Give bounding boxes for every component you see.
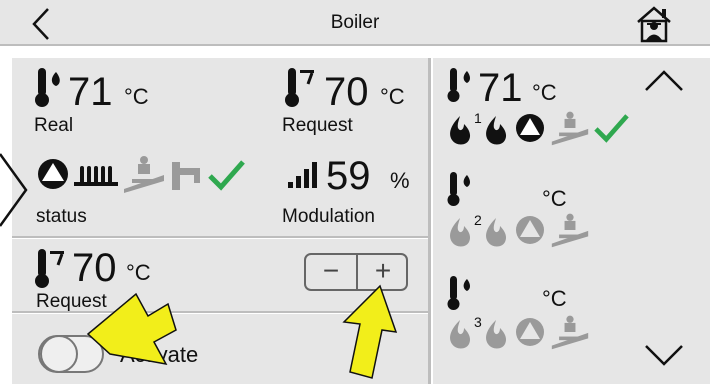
request-temp-unit: °C xyxy=(380,84,405,109)
setpoint-temp-unit: °C xyxy=(126,260,151,285)
flame-icon xyxy=(486,218,507,247)
thermometer-flame-icon xyxy=(447,276,470,310)
modulation-value: 59 xyxy=(326,154,371,198)
real-temp-unit: °C xyxy=(124,84,149,109)
header-bar: Boiler xyxy=(0,0,710,46)
pump-icon xyxy=(516,114,544,142)
flame-icon xyxy=(450,218,471,247)
boiler-list-item[interactable]: 71 °C 1 xyxy=(442,66,638,150)
chevron-up-icon[interactable] xyxy=(642,66,686,94)
arrow-annotation xyxy=(86,292,177,366)
flame-icon xyxy=(486,320,507,349)
real-label: Real xyxy=(34,115,74,136)
request-label: Request xyxy=(282,115,353,136)
chimney-sweep-icon xyxy=(551,315,589,350)
divider xyxy=(428,58,431,384)
check-icon xyxy=(594,114,629,143)
real-temp-value: 71 xyxy=(68,70,113,114)
signal-bars-icon xyxy=(288,162,317,188)
item-index: 3 xyxy=(474,314,482,330)
thermometer-request-icon xyxy=(35,249,64,288)
setpoint-temp-value: 70 xyxy=(72,246,117,290)
item-temp-unit: °C xyxy=(542,186,567,211)
page-title: Boiler xyxy=(330,12,380,33)
thermometer-flame-icon xyxy=(447,172,470,206)
radiator-icon xyxy=(74,166,118,186)
thermometer-flame-icon xyxy=(447,68,470,102)
home-button[interactable] xyxy=(632,4,676,44)
item-temp-unit: °C xyxy=(532,80,557,105)
boiler-list-item[interactable]: °C 2 xyxy=(442,170,638,254)
chimney-sweep-icon xyxy=(551,213,589,248)
item-temp-unit: °C xyxy=(542,286,567,311)
thermometer-request-icon xyxy=(285,68,314,107)
item-index: 1 xyxy=(474,110,482,126)
chimney-sweep-icon xyxy=(124,156,164,193)
request-temp-value: 70 xyxy=(324,70,369,114)
flame-icon xyxy=(450,116,471,145)
modulation-label: Modulation xyxy=(282,206,375,227)
divider xyxy=(12,236,428,238)
flame-icon xyxy=(486,116,507,145)
home-icon xyxy=(637,6,671,43)
arrow-annotation xyxy=(342,284,398,379)
flame-icon xyxy=(450,320,471,349)
status-label: status xyxy=(36,206,87,227)
faucet-icon xyxy=(172,162,200,190)
pump-icon xyxy=(38,159,68,189)
boiler-list-item[interactable]: °C 3 xyxy=(442,274,638,358)
pump-icon xyxy=(516,318,544,346)
item-temp-value: 71 xyxy=(478,66,523,110)
chevron-down-icon[interactable] xyxy=(642,342,686,370)
pump-icon xyxy=(516,216,544,244)
modulation-unit: % xyxy=(390,168,410,193)
check-icon xyxy=(208,160,245,191)
chevron-right-icon[interactable] xyxy=(0,150,30,230)
item-index: 2 xyxy=(474,212,482,228)
chimney-sweep-icon xyxy=(551,111,589,146)
thermometer-flame-icon xyxy=(35,68,60,107)
